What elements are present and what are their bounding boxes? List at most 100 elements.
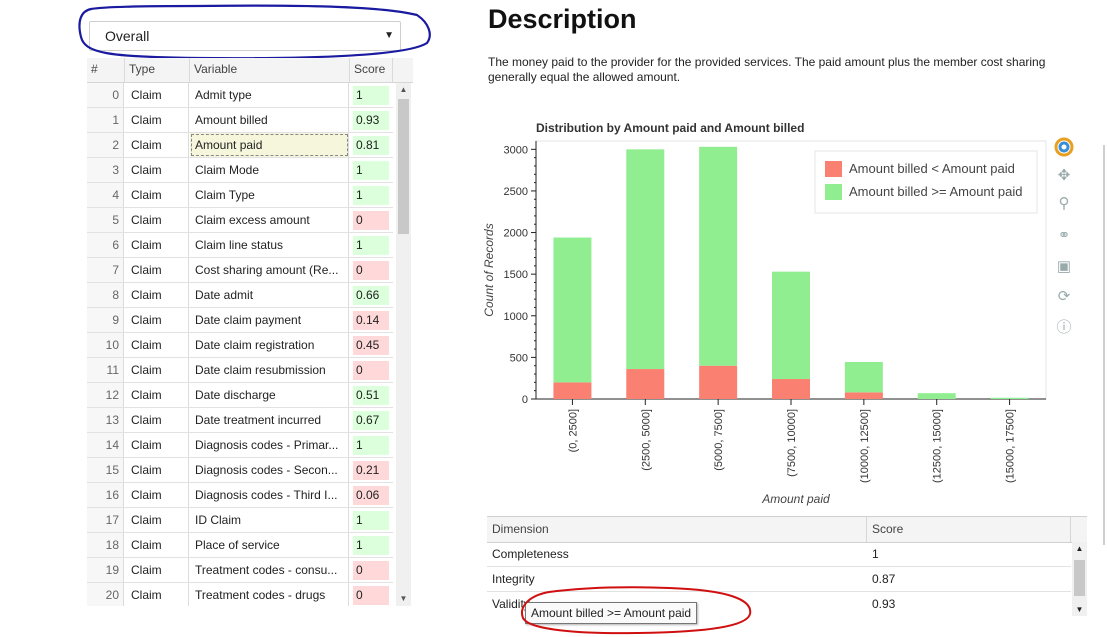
scroll-up-icon[interactable]: ▲	[1072, 544, 1087, 553]
row-type[interactable]: Claim	[125, 458, 189, 482]
row-variable[interactable]: Amount paid	[190, 133, 349, 157]
row-variable[interactable]: Date claim payment	[190, 308, 349, 332]
row-variable[interactable]: Claim excess amount	[190, 208, 349, 232]
row-variable[interactable]: Cost sharing amount (Re...	[190, 258, 349, 282]
dimension-row[interactable]: Completeness 1	[487, 542, 1071, 567]
row-score[interactable]: 1	[350, 508, 393, 532]
row-variable[interactable]: Date treatment incurred	[190, 408, 349, 432]
row-type[interactable]: Claim	[125, 408, 189, 432]
row-index[interactable]: 4	[87, 183, 124, 207]
row-score[interactable]: 0.06	[350, 483, 393, 507]
row-variable[interactable]: Claim line status	[190, 233, 349, 257]
row-score[interactable]: 1	[350, 233, 393, 257]
table-row[interactable]: 0 Claim Admit type 1	[87, 83, 393, 108]
table-row[interactable]: 4 Claim Claim Type 1	[87, 183, 393, 208]
row-index[interactable]: 14	[87, 433, 124, 457]
row-index[interactable]: 19	[87, 558, 124, 582]
header-dimension[interactable]: Dimension	[487, 517, 867, 542]
bokeh-logo-icon[interactable]	[1052, 137, 1076, 159]
row-type[interactable]: Claim	[125, 233, 189, 257]
row-index[interactable]: 18	[87, 533, 124, 557]
table-row[interactable]: 3 Claim Claim Mode 1	[87, 158, 393, 183]
table-row[interactable]: 7 Claim Cost sharing amount (Re... 0	[87, 258, 393, 283]
row-variable[interactable]: Place of service	[190, 533, 349, 557]
row-type[interactable]: Claim	[125, 258, 189, 282]
row-index[interactable]: 13	[87, 408, 124, 432]
row-score[interactable]: 1	[350, 183, 393, 207]
wheel-zoom-icon[interactable]: ⚭	[1052, 225, 1076, 247]
row-variable[interactable]: Claim Mode	[190, 158, 349, 182]
row-score[interactable]: 0.93	[350, 108, 393, 132]
row-type[interactable]: Claim	[125, 108, 189, 132]
distribution-chart[interactable]: Distribution by Amount paid and Amount b…	[480, 115, 1080, 513]
table-row[interactable]: 8 Claim Date admit 0.66	[87, 283, 393, 308]
table-row[interactable]: 13 Claim Date treatment incurred 0.67	[87, 408, 393, 433]
row-variable[interactable]: Date admit	[190, 283, 349, 307]
scroll-up-icon[interactable]: ▲	[396, 83, 411, 97]
table-row[interactable]: 20 Claim Treatment codes - drugs 0	[87, 583, 393, 606]
row-variable[interactable]: Claim Type	[190, 183, 349, 207]
table-row[interactable]: 14 Claim Diagnosis codes - Primar... 1	[87, 433, 393, 458]
row-index[interactable]: 1	[87, 108, 124, 132]
row-index[interactable]: 0	[87, 83, 124, 107]
row-type[interactable]: Claim	[125, 558, 189, 582]
row-variable[interactable]: Treatment codes - drugs	[190, 583, 349, 606]
table-row[interactable]: 9 Claim Date claim payment 0.14	[87, 308, 393, 333]
row-score[interactable]: 0	[350, 208, 393, 232]
reset-icon[interactable]: ⟳	[1052, 286, 1076, 308]
header-index[interactable]: #	[87, 58, 125, 82]
row-type[interactable]: Claim	[125, 508, 189, 532]
row-index[interactable]: 17	[87, 508, 124, 532]
row-type[interactable]: Claim	[125, 83, 189, 107]
row-score[interactable]: 0.81	[350, 133, 393, 157]
row-score[interactable]: 0.51	[350, 383, 393, 407]
row-type[interactable]: Claim	[125, 283, 189, 307]
help-icon[interactable]: ⓘ	[1052, 317, 1076, 339]
row-score[interactable]: 1	[350, 433, 393, 457]
scroll-down-icon[interactable]: ▼	[1072, 605, 1087, 614]
header-variable[interactable]: Variable	[190, 58, 350, 82]
row-index[interactable]: 2	[87, 133, 124, 157]
row-score[interactable]: 0.14	[350, 308, 393, 332]
row-variable[interactable]: Treatment codes - consu...	[190, 558, 349, 582]
table-row[interactable]: 2 Claim Amount paid 0.81	[87, 133, 393, 158]
row-score[interactable]: 0	[350, 583, 393, 606]
scrollbar-thumb[interactable]	[398, 99, 409, 234]
scroll-down-icon[interactable]: ▼	[396, 592, 411, 606]
row-index[interactable]: 6	[87, 233, 124, 257]
header-score[interactable]: Score	[350, 58, 393, 82]
table-row[interactable]: 10 Claim Date claim registration 0.45	[87, 333, 393, 358]
header-type[interactable]: Type	[125, 58, 190, 82]
row-score[interactable]: 1	[350, 158, 393, 182]
table-row[interactable]: 6 Claim Claim line status 1	[87, 233, 393, 258]
row-type[interactable]: Claim	[125, 208, 189, 232]
table-row[interactable]: 16 Claim Diagnosis codes - Third I... 0.06	[87, 483, 393, 508]
grid-scrollbar[interactable]: ▲ ▼	[396, 83, 411, 606]
table-row[interactable]: 5 Claim Claim excess amount 0	[87, 208, 393, 233]
row-type[interactable]: Claim	[125, 433, 189, 457]
row-variable[interactable]: Amount billed	[190, 108, 349, 132]
row-type[interactable]: Claim	[125, 358, 189, 382]
row-type[interactable]: Claim	[125, 308, 189, 332]
row-variable[interactable]: Diagnosis codes - Third I...	[190, 483, 349, 507]
row-type[interactable]: Claim	[125, 133, 189, 157]
dimensions-scrollbar[interactable]: ▲ ▼	[1072, 542, 1087, 616]
row-variable[interactable]: ID Claim	[190, 508, 349, 532]
row-variable[interactable]: Date discharge	[190, 383, 349, 407]
save-icon[interactable]: ▣	[1052, 256, 1076, 278]
row-score[interactable]: 1	[350, 533, 393, 557]
row-type[interactable]: Claim	[125, 183, 189, 207]
table-row[interactable]: 18 Claim Place of service 1	[87, 533, 393, 558]
row-index[interactable]: 16	[87, 483, 124, 507]
row-type[interactable]: Claim	[125, 483, 189, 507]
row-index[interactable]: 3	[87, 158, 124, 182]
row-variable[interactable]: Diagnosis codes - Primar...	[190, 433, 349, 457]
row-index[interactable]: 12	[87, 383, 124, 407]
pan-icon[interactable]: ✥	[1052, 165, 1076, 187]
row-index[interactable]: 15	[87, 458, 124, 482]
row-type[interactable]: Claim	[125, 533, 189, 557]
row-variable[interactable]: Admit type	[190, 83, 349, 107]
row-variable[interactable]: Date claim resubmission	[190, 358, 349, 382]
box-zoom-icon[interactable]: ⚲	[1052, 193, 1076, 215]
row-score[interactable]: 1	[350, 83, 393, 107]
